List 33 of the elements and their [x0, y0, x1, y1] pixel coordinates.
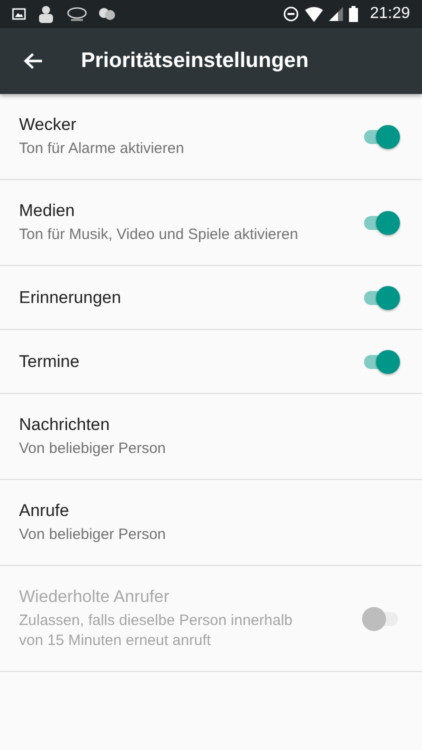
do-not-disturb-icon	[282, 6, 299, 22]
setting-description: Von beliebiger Person	[19, 438, 166, 458]
toggle-switch[interactable]	[362, 210, 400, 234]
setting-title: Wecker	[19, 114, 78, 135]
back-arrow-icon	[23, 52, 43, 70]
toggle-switch[interactable]	[362, 124, 400, 148]
toggle-switch[interactable]	[362, 286, 400, 310]
image-icon	[12, 8, 26, 20]
setting-description: Ton für Musik, Video und Spiele aktivieren	[19, 224, 298, 244]
person-icon	[36, 5, 56, 23]
setting-description: Zulassen, falls dieselbe Person innerhalb von 15 Minuten erneut anruft	[19, 611, 294, 650]
setting-title: Erinnerungen	[19, 288, 122, 308]
settings-row[interactable]: Anrufe Von beliebiger Person	[0, 480, 422, 566]
setting-title: Wiederholte Anrufer	[19, 587, 170, 607]
setting-title: Termine	[19, 352, 80, 372]
setting-title: Anrufe	[19, 500, 70, 521]
screen-title: Prioritätseinstellungen	[81, 49, 309, 73]
settings-row[interactable]: Erinnerungen	[0, 266, 422, 330]
setting-title: Nachrichten	[19, 414, 111, 435]
oval-logo-icon	[66, 6, 88, 22]
wifi-icon	[304, 6, 323, 22]
setting-description: Ton für Alarme aktivieren	[19, 138, 184, 158]
clock-time: 21:29	[370, 5, 410, 23]
settings-row[interactable]: Medien Ton für Musik, Video und Spiele aktivieren	[0, 180, 422, 266]
battery-icon	[348, 6, 358, 22]
settings-row[interactable]: Termine	[0, 330, 422, 394]
toggle-switch[interactable]	[362, 350, 400, 374]
settings-row[interactable]: Wecker Ton für Alarme aktivieren	[0, 94, 422, 180]
settings-row[interactable]: Nachrichten Von beliebiger Person	[0, 394, 422, 480]
group-icon	[98, 6, 116, 22]
setting-description: Von beliebiger Person	[19, 524, 166, 544]
setting-title: Medien	[19, 200, 76, 221]
signal-icon	[328, 7, 343, 21]
